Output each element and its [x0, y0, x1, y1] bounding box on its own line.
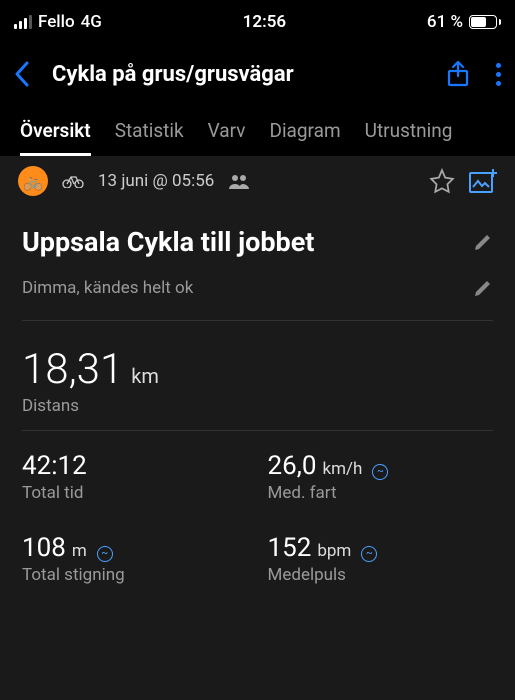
tab-laps[interactable]: Varv	[208, 119, 246, 156]
tab-equipment[interactable]: Utrustning	[365, 119, 453, 156]
avg-hr-cell: 152 bpm ~ Medelpuls	[268, 533, 494, 585]
total-time-label: Total tid	[22, 483, 248, 503]
distance-label: Distans	[22, 396, 493, 416]
info-icon[interactable]: ~	[97, 546, 113, 562]
avg-speed-cell: 26,0 km/h ~ Med. fart	[268, 451, 494, 503]
network-label: 4G	[81, 12, 102, 32]
distance-cell: 18,31 km Distans	[0, 321, 515, 430]
status-left: Fello 4G	[14, 12, 102, 32]
add-photo-button[interactable]	[469, 169, 497, 193]
activity-title: Uppsala Cykla till jobbet	[22, 226, 314, 258]
activity-summary-row: 🚲 13 juni @ 05:56	[0, 156, 515, 206]
carrier-label: Fello	[38, 12, 75, 32]
more-menu-button[interactable]	[496, 63, 501, 86]
avg-hr-value: 152	[268, 533, 312, 563]
edit-notes-button[interactable]	[473, 278, 493, 298]
clock: 12:56	[243, 12, 286, 32]
avg-speed-label: Med. fart	[268, 483, 494, 503]
ascent-label: Total stigning	[22, 565, 248, 585]
tab-bar: Översikt Statistik Varv Diagram Utrustni…	[0, 104, 515, 156]
avg-hr-unit: bpm	[317, 541, 351, 561]
avg-speed-value: 26,0	[268, 451, 317, 481]
status-bar: Fello 4G 12:56 61 %	[0, 0, 515, 44]
header: Cykla på grus/grusvägar	[0, 44, 515, 104]
battery-icon	[469, 15, 501, 29]
info-icon[interactable]: ~	[361, 546, 377, 562]
people-icon[interactable]	[228, 173, 250, 189]
tab-statistics[interactable]: Statistik	[115, 119, 184, 156]
ascent-unit: m	[72, 541, 87, 561]
tab-overview[interactable]: Översikt	[20, 119, 91, 156]
ascent-cell: 108 m ~ Total stigning	[22, 533, 248, 585]
distance-value: 18,31	[22, 345, 123, 394]
signal-icon	[14, 15, 32, 29]
avg-speed-unit: km/h	[322, 459, 362, 479]
title-row: Uppsala Cykla till jobbet	[0, 206, 515, 262]
activity-date: 13 juni @ 05:56	[98, 171, 214, 191]
status-right: 61 %	[427, 12, 501, 32]
avg-hr-label: Medelpuls	[268, 565, 494, 585]
back-button[interactable]	[14, 61, 42, 87]
activity-notes: Dimma, kändes helt ok	[22, 278, 193, 298]
activity-type-icon: 🚲	[18, 166, 48, 196]
battery-percent: 61 %	[427, 12, 463, 32]
total-time-cell: 42:12 Total tid	[22, 451, 248, 503]
stats-grid: 42:12 Total tid 26,0 km/h ~ Med. fart 10…	[0, 431, 515, 609]
notes-row: Dimma, kändes helt ok	[0, 262, 515, 320]
edit-title-button[interactable]	[473, 232, 493, 252]
sport-icon	[62, 174, 84, 188]
info-icon[interactable]: ~	[372, 464, 388, 480]
favorite-button[interactable]	[429, 168, 455, 194]
tab-diagram[interactable]: Diagram	[269, 119, 340, 156]
total-time-value: 42:12	[22, 451, 87, 481]
ascent-value: 108	[22, 533, 66, 563]
distance-unit: km	[131, 364, 159, 388]
share-button[interactable]	[446, 60, 470, 88]
page-title: Cykla på grus/grusvägar	[52, 62, 436, 87]
